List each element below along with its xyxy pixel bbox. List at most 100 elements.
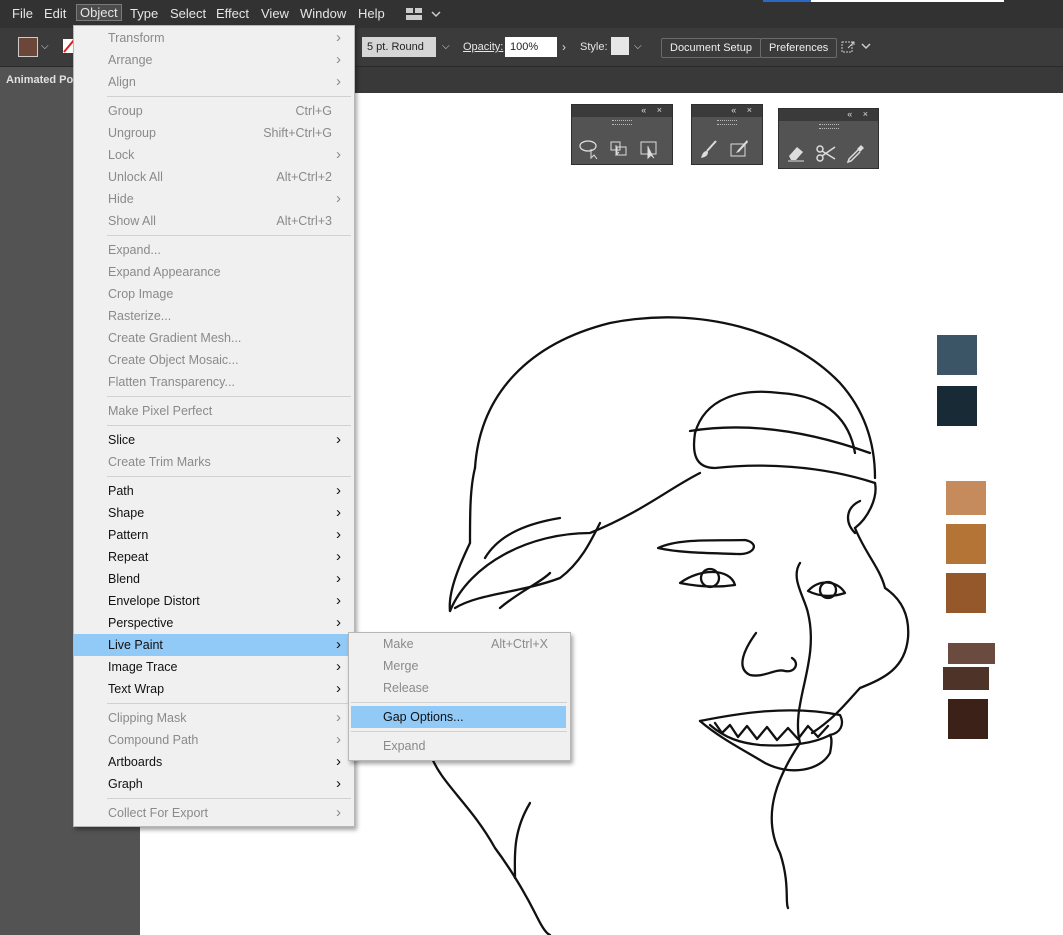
fill-color-swatch[interactable] <box>18 37 38 57</box>
menu-item-repeat[interactable]: Repeat › <box>74 546 352 568</box>
stroke-profile-field[interactable]: 5 pt. Round <box>362 37 436 57</box>
menu-item-align[interactable]: Align › <box>74 71 352 93</box>
menu-item-expand[interactable]: Expand... <box>74 239 352 261</box>
preferences-button[interactable]: Preferences <box>760 38 838 58</box>
menu-item-show-all[interactable]: Show All Alt+Ctrl+3 <box>74 210 352 232</box>
artboard-select-icon[interactable] <box>638 138 660 160</box>
paintbrush-icon[interactable] <box>698 138 720 160</box>
chevron-down-icon[interactable]: ⌵ <box>442 41 450 52</box>
menu-item-release[interactable]: Release <box>351 677 566 699</box>
menu-item-live-paint[interactable]: Live Paint › <box>74 634 352 656</box>
collapse-close-icon[interactable]: « × <box>847 109 872 119</box>
menu-item-label: Gap Options... <box>383 710 464 724</box>
workspace-switcher[interactable] <box>404 7 444 24</box>
document-setup-button[interactable]: Document Setup <box>661 38 761 58</box>
style-label: Style: <box>580 41 608 53</box>
chevron-down-icon[interactable]: ⌵ <box>634 41 642 52</box>
eraser-icon[interactable] <box>785 142 807 164</box>
menu-item-text-wrap[interactable]: Text Wrap › <box>74 678 352 700</box>
menu-item-group[interactable]: Group Ctrl+G <box>74 100 352 122</box>
menu-item-shortcut: Alt+Ctrl+2 <box>276 170 332 184</box>
graphic-style-swatch[interactable] <box>611 37 629 55</box>
menu-item-label: Crop Image <box>108 287 174 301</box>
panel-titlebar[interactable]: « × <box>692 105 762 117</box>
menu-item-make[interactable]: Make Alt+Ctrl+X <box>351 633 566 655</box>
menu-item-image-trace[interactable]: Image Trace › <box>74 656 352 678</box>
menu-item-envelope-distort[interactable]: Envelope Distort › <box>74 590 352 612</box>
document-tab[interactable]: Animated Po <box>0 67 76 93</box>
blob-brush-icon[interactable] <box>728 138 750 160</box>
menu-item-expand[interactable]: Expand <box>351 735 566 757</box>
menu-item-unlock-all[interactable]: Unlock All Alt+Ctrl+2 <box>74 166 352 188</box>
color-swatch[interactable] <box>943 667 989 690</box>
menu-item-path[interactable]: Path › <box>74 480 352 502</box>
menu-type[interactable]: Type <box>130 6 158 21</box>
menu-item-create-trim-marks[interactable]: Create Trim Marks <box>74 451 352 473</box>
lasso-select-icon[interactable] <box>578 138 600 160</box>
menu-item-shape[interactable]: Shape › <box>74 502 352 524</box>
scissors-icon[interactable] <box>815 142 837 164</box>
collapse-close-icon[interactable]: « × <box>731 105 756 115</box>
menu-item-label: Flatten Transparency... <box>108 375 235 389</box>
menu-select[interactable]: Select <box>170 6 206 21</box>
menu-item-flatten-transparency[interactable]: Flatten Transparency... <box>74 371 352 393</box>
menu-item-collect-for-export[interactable]: Collect For Export › <box>74 802 352 824</box>
grip-icon[interactable] <box>612 120 632 125</box>
menu-separator <box>107 396 351 397</box>
menu-file[interactable]: File <box>12 6 33 21</box>
color-swatch[interactable] <box>937 335 977 375</box>
live-paint-submenu: Make Alt+Ctrl+X Merge Release Gap Options...… <box>348 632 571 761</box>
color-swatch[interactable] <box>946 573 986 613</box>
grip-icon[interactable] <box>818 124 839 129</box>
group-select-icon[interactable] <box>608 138 630 160</box>
menu-item-clipping-mask[interactable]: Clipping Mask › <box>74 707 352 729</box>
menu-edit[interactable]: Edit <box>44 6 66 21</box>
menu-item-pattern[interactable]: Pattern › <box>74 524 352 546</box>
menu-item-expand-appearance[interactable]: Expand Appearance <box>74 261 352 283</box>
color-swatch[interactable] <box>946 481 986 515</box>
menu-item-lock[interactable]: Lock › <box>74 144 352 166</box>
menu-item-artboards[interactable]: Artboards › <box>74 751 352 773</box>
opacity-field[interactable]: 100% <box>505 37 557 57</box>
eyedropper-icon[interactable] <box>845 142 867 164</box>
panel-titlebar[interactable]: « × <box>779 109 878 121</box>
menu-item-compound-path[interactable]: Compound Path › <box>74 729 352 751</box>
menu-view[interactable]: View <box>261 6 289 21</box>
menu-item-transform[interactable]: Transform › <box>74 27 352 49</box>
menu-item-gap-options[interactable]: Gap Options... <box>351 706 566 728</box>
menu-item-merge[interactable]: Merge <box>351 655 566 677</box>
menu-item-rasterize[interactable]: Rasterize... <box>74 305 352 327</box>
menu-item-crop-image[interactable]: Crop Image <box>74 283 352 305</box>
color-swatch[interactable] <box>948 699 988 739</box>
menu-item-graph[interactable]: Graph › <box>74 773 352 795</box>
chevron-down-icon[interactable]: ⌵ <box>41 41 49 52</box>
menu-item-blend[interactable]: Blend › <box>74 568 352 590</box>
floating-tool-panel: « × <box>691 104 763 165</box>
menu-effect[interactable]: Effect <box>216 6 249 21</box>
menu-item-hide[interactable]: Hide › <box>74 188 352 210</box>
opacity-label: Opacity: <box>463 41 504 53</box>
menu-separator <box>107 425 351 426</box>
collapse-close-icon[interactable]: « × <box>641 105 666 115</box>
menu-item-perspective[interactable]: Perspective › <box>74 612 352 634</box>
color-swatch[interactable] <box>937 386 977 426</box>
chevron-right-icon[interactable]: › <box>562 40 566 54</box>
menu-item-arrange[interactable]: Arrange › <box>74 49 352 71</box>
menu-window[interactable]: Window <box>300 6 346 21</box>
color-swatch[interactable] <box>946 524 986 564</box>
menu-item-label: Hide <box>108 192 134 206</box>
menu-help[interactable]: Help <box>358 6 385 21</box>
menu-item-label: Group <box>108 104 143 118</box>
color-swatch[interactable] <box>948 643 995 664</box>
menu-item-slice[interactable]: Slice › <box>74 429 352 451</box>
menu-item-create-object-mosaic[interactable]: Create Object Mosaic... <box>74 349 352 371</box>
arrange-documents-icon[interactable] <box>840 39 872 55</box>
menu-item-ungroup[interactable]: Ungroup Shift+Ctrl+G <box>74 122 352 144</box>
menu-item-label: Merge <box>383 659 419 673</box>
panel-titlebar[interactable]: « × <box>572 105 672 117</box>
menu-object[interactable]: Object <box>76 4 122 21</box>
menu-item-make-pixel-perfect[interactable]: Make Pixel Perfect <box>74 400 352 422</box>
menu-item-label: Shape <box>108 506 145 520</box>
menu-item-create-gradient-mesh[interactable]: Create Gradient Mesh... <box>74 327 352 349</box>
grip-icon[interactable] <box>717 120 737 125</box>
